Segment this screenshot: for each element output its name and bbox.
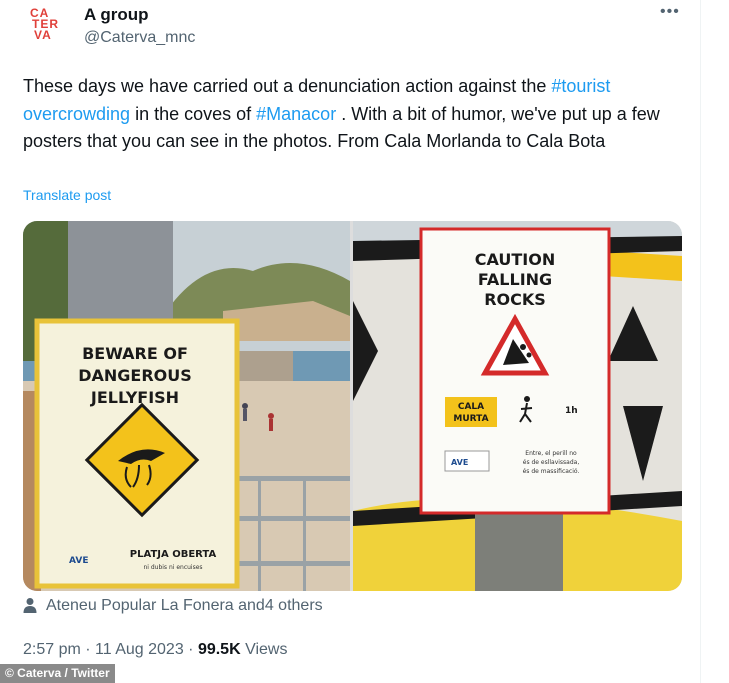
post-text-segment: in the coves of <box>130 103 257 124</box>
post-text-segment: These days we have carried out a denunci… <box>23 76 552 96</box>
author-handle[interactable]: @Caterva_mnc <box>84 29 195 47</box>
rocks-poster-note: Entre, el perill no <box>525 450 577 457</box>
ave-logo: AVE <box>451 458 468 467</box>
rocks-poster-note: és de massificació. <box>523 468 580 475</box>
views-label: Views <box>240 641 288 658</box>
jellyfish-poster-line: JELLYFISH <box>90 388 179 407</box>
rocks-poster-line: ROCKS <box>484 290 546 309</box>
person-icon <box>23 598 37 613</box>
meta-separator: · <box>183 641 198 658</box>
media-grid: BEWARE OF DANGEROUS JELLYFISH AVE PLATJA… <box>23 221 682 591</box>
jellyfish-photo-image: BEWARE OF DANGEROUS JELLYFISH AVE PLATJA… <box>23 221 350 591</box>
jellyfish-poster-line: DANGEROUS <box>78 366 192 385</box>
tagged-users-link[interactable]: Ateneu Popular La Fonera and4 others <box>22 597 323 615</box>
avatar[interactable]: CA TER VA <box>25 5 65 45</box>
post-time[interactable]: 2:57 pm <box>23 641 81 658</box>
rocks-poster-time: 1h <box>565 406 578 416</box>
jellyfish-poster-footer: PLATJA OBERTA <box>130 549 217 560</box>
translate-post-link[interactable]: Translate post <box>23 187 111 203</box>
meta-separator: · <box>80 641 96 658</box>
views-count: 99.5K <box>197 641 241 658</box>
author-name[interactable]: A group <box>84 5 149 25</box>
rocks-poster-line: FALLING <box>478 270 552 289</box>
rocks-poster-place: CALA <box>458 402 484 412</box>
post-meta: 2:57 pm · 11 Aug 2023 · 99.5K Views <box>23 641 287 659</box>
photo-rocks-poster[interactable]: CAUTION FALLING ROCKS CALA MURTA 1h AVE … <box>353 221 682 591</box>
jellyfish-poster-line: BEWARE OF <box>82 344 188 363</box>
avatar-text-line: VA <box>34 28 52 42</box>
rocks-poster-note: és de esllavissada, <box>523 459 580 466</box>
post-date[interactable]: 11 Aug 2023 <box>95 641 184 658</box>
post-text: These days we have carried out a denunci… <box>23 73 683 156</box>
rocks-photo-image: CAUTION FALLING ROCKS CALA MURTA 1h AVE … <box>353 221 682 591</box>
tweet-card: CA TER VA A group @Caterva_mnc ••• These… <box>0 0 701 683</box>
photo-jellyfish-poster[interactable]: BEWARE OF DANGEROUS JELLYFISH AVE PLATJA… <box>23 221 350 591</box>
ave-logo: AVE <box>69 556 88 566</box>
hashtag-link[interactable]: #Manacor <box>256 104 336 124</box>
jellyfish-poster-footer-sub: ni dubis ni encuises <box>143 564 202 571</box>
rocks-poster-place: MURTA <box>453 414 488 424</box>
image-credit: © Caterva / Twitter <box>0 664 115 683</box>
more-options-icon[interactable]: ••• <box>660 3 680 21</box>
tagged-users-text: Ateneu Popular La Fonera and4 others <box>46 597 323 614</box>
rocks-poster-line: CAUTION <box>475 250 555 269</box>
